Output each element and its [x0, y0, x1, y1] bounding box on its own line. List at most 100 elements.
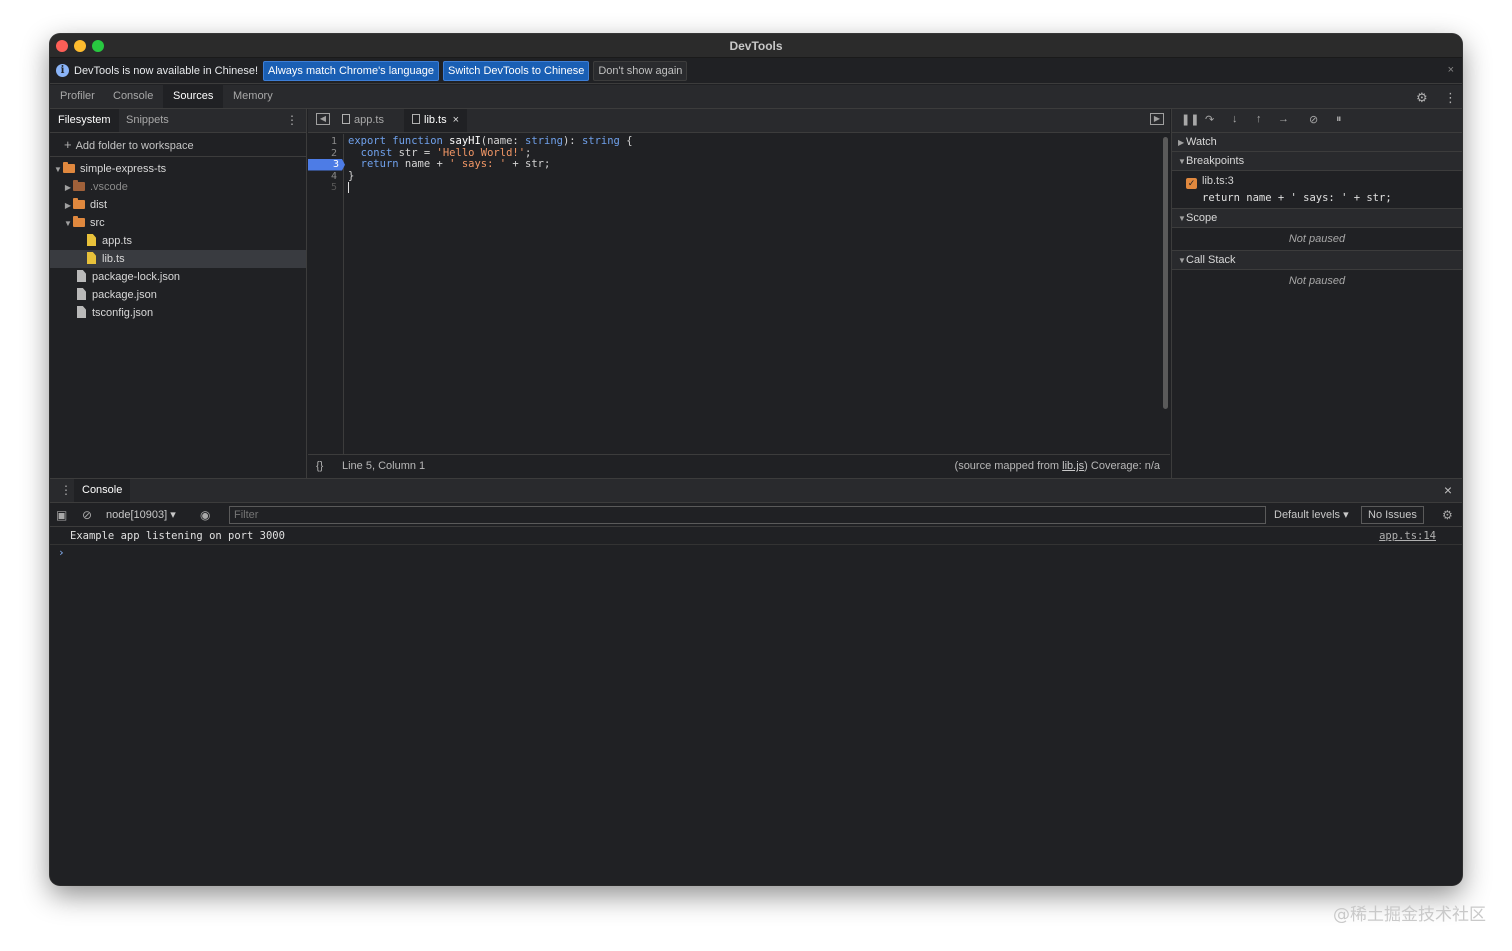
deactivate-breakpoints-icon[interactable]: ⊘	[1309, 113, 1318, 126]
breakpoint-marker[interactable]: 3	[308, 159, 345, 171]
breakpoints-section-header[interactable]: ▼Breakpoints	[1172, 152, 1462, 171]
folder-icon	[73, 180, 85, 191]
editor-scrollbar[interactable]	[1163, 137, 1168, 409]
breakpoint-location: lib.ts:3	[1202, 175, 1234, 187]
plus-icon: +	[64, 137, 72, 152]
tab-snippets[interactable]: Snippets	[118, 109, 177, 132]
toggle-debugger-icon[interactable]: ▶	[1150, 113, 1164, 125]
devtools-window: DevTools i DevTools is now available in …	[50, 34, 1462, 885]
main-tab-bar: Profiler Console Sources Memory ⚙ ⋮	[50, 85, 1462, 109]
log-levels-label: Default levels	[1274, 509, 1341, 521]
code-area[interactable]: export function sayHI(name: string): str…	[348, 134, 1150, 194]
console-prompt[interactable]: ›	[50, 545, 1462, 563]
close-tab-icon[interactable]: ×	[453, 114, 459, 126]
dont-show-again-button[interactable]: Don't show again	[593, 60, 688, 81]
source-map-suffix: )	[1084, 460, 1088, 472]
infobar-close-icon[interactable]: ×	[1448, 64, 1454, 76]
step-out-icon[interactable]: ↑	[1256, 113, 1262, 125]
settings-gear-icon[interactable]: ⚙	[1416, 90, 1428, 106]
toggle-navigator-icon[interactable]: ◀	[316, 113, 330, 125]
log-levels-dropdown[interactable]: Default levels ▾	[1274, 508, 1349, 521]
navigator-more-icon[interactable]: ⋮	[286, 113, 298, 127]
drawer-tab-console[interactable]: Console	[74, 479, 131, 502]
tab-sources[interactable]: Sources	[163, 85, 224, 108]
drawer-tabs: ⋮ Console ×	[50, 479, 1462, 503]
switch-to-chinese-button[interactable]: Switch DevTools to Chinese	[443, 60, 590, 81]
show-sidebar-icon[interactable]: ▣	[56, 508, 67, 522]
tree-item-lib-ts[interactable]: lib.ts	[50, 250, 306, 268]
folder-icon	[73, 198, 85, 209]
step-icon[interactable]: →	[1278, 113, 1289, 125]
source-map-link[interactable]: lib.js	[1062, 460, 1084, 472]
editor-tabs: ◀ app.ts lib.ts × ▶	[308, 109, 1170, 133]
editor-tab-lib-ts[interactable]: lib.ts ×	[404, 109, 468, 132]
tree-item-simple-express-ts[interactable]: ▼ simple-express-ts	[50, 160, 306, 178]
typescript-file-icon	[87, 234, 96, 246]
breakpoint-item[interactable]: ✓ lib.ts:3 return name + ' says: ' + str;	[1172, 171, 1462, 209]
tree-item-package-lock-json[interactable]: package-lock.json	[50, 268, 306, 286]
tree-item-label: package.json	[92, 289, 157, 301]
issues-button[interactable]: No Issues	[1361, 506, 1424, 524]
section-title: Call Stack	[1186, 254, 1236, 266]
pretty-print-icon[interactable]: {}	[316, 455, 323, 478]
string-literal: ' says: '	[449, 158, 507, 170]
tree-item-vscode[interactable]: ▶ .vscode	[50, 178, 306, 196]
code-text: (name:	[480, 135, 526, 147]
add-folder-button[interactable]: + Add folder to workspace	[50, 133, 306, 157]
drawer-more-icon[interactable]: ⋮	[60, 483, 72, 497]
keyword: return	[360, 158, 399, 170]
line-number[interactable]: 2	[308, 148, 343, 160]
tree-item-label: app.ts	[102, 235, 132, 247]
sources-navigator: Filesystem Snippets ⋮ + Add folder to wor…	[50, 109, 307, 478]
tab-filesystem[interactable]: Filesystem	[50, 109, 119, 132]
breakpoint-checkbox[interactable]: ✓	[1186, 178, 1197, 189]
collapsed-triangle-icon: ▶	[1178, 138, 1185, 147]
step-into-icon[interactable]: ↓	[1232, 113, 1238, 125]
file-icon	[77, 288, 86, 300]
scope-section-header[interactable]: ▼Scope	[1172, 209, 1462, 228]
line-number[interactable]: 1	[308, 136, 343, 148]
live-expression-eye-icon[interactable]: ◉	[200, 508, 210, 522]
context-selector[interactable]: node[10903] ▾	[106, 508, 176, 521]
title-bar: DevTools	[50, 34, 1462, 58]
line-number[interactable]: 4	[308, 171, 343, 183]
section-title: Scope	[1186, 212, 1218, 224]
watch-section-header[interactable]: ▶ Watch	[1172, 133, 1462, 152]
tree-item-dist[interactable]: ▶ dist	[50, 196, 306, 214]
tree-item-label: lib.ts	[102, 253, 125, 265]
tab-profiler[interactable]: Profiler	[50, 85, 105, 108]
console-filter-input[interactable]	[229, 506, 1266, 524]
log-source-link[interactable]: app.ts:14	[1379, 527, 1436, 545]
expanded-triangle-icon: ▼	[54, 165, 62, 174]
tab-memory[interactable]: Memory	[223, 85, 283, 108]
pause-on-exceptions-icon[interactable]: ⏸	[1336, 113, 1342, 126]
line-number-gutter: 1 2 3 4 5	[308, 134, 345, 454]
tab-console[interactable]: Console	[103, 85, 163, 108]
code-text: ):	[562, 135, 582, 147]
string-literal: 'Hello World!'	[436, 146, 526, 159]
always-match-language-button[interactable]: Always match Chrome's language	[263, 60, 440, 81]
section-title: Breakpoints	[1186, 155, 1245, 167]
tree-item-package-json[interactable]: package.json	[50, 286, 306, 304]
console-settings-gear-icon[interactable]: ⚙	[1442, 508, 1453, 522]
step-over-icon[interactable]: ↷	[1205, 113, 1214, 126]
code-line: return name + ' says: ' + str;	[348, 158, 1150, 171]
line-number[interactable]: 5	[308, 182, 343, 194]
text-caret	[348, 182, 349, 193]
more-options-icon[interactable]: ⋮	[1444, 90, 1457, 106]
tree-item-label: .vscode	[90, 181, 128, 193]
clear-console-icon[interactable]: ⊘	[82, 508, 92, 522]
tree-item-app-ts[interactable]: app.ts	[50, 232, 306, 250]
window-title: DevTools	[729, 39, 783, 53]
call-stack-section-header[interactable]: ▼Call Stack	[1172, 251, 1462, 270]
debugger-toolbar: ❚❚ ↷ ↓ ↑ → ⊘ ⏸	[1172, 109, 1462, 133]
keyword: const	[360, 146, 393, 159]
tree-item-tsconfig-json[interactable]: tsconfig.json	[50, 304, 306, 322]
editor-tab-app-ts[interactable]: app.ts	[334, 109, 392, 132]
close-drawer-icon[interactable]: ×	[1444, 482, 1452, 498]
code-text: name +	[398, 158, 450, 170]
source-map-prefix: (source mapped from	[954, 460, 1063, 472]
navigator-tabs: Filesystem Snippets ⋮	[50, 109, 306, 133]
tree-item-src[interactable]: ▼ src	[50, 214, 306, 232]
pause-icon[interactable]: ❚❚	[1181, 113, 1199, 126]
